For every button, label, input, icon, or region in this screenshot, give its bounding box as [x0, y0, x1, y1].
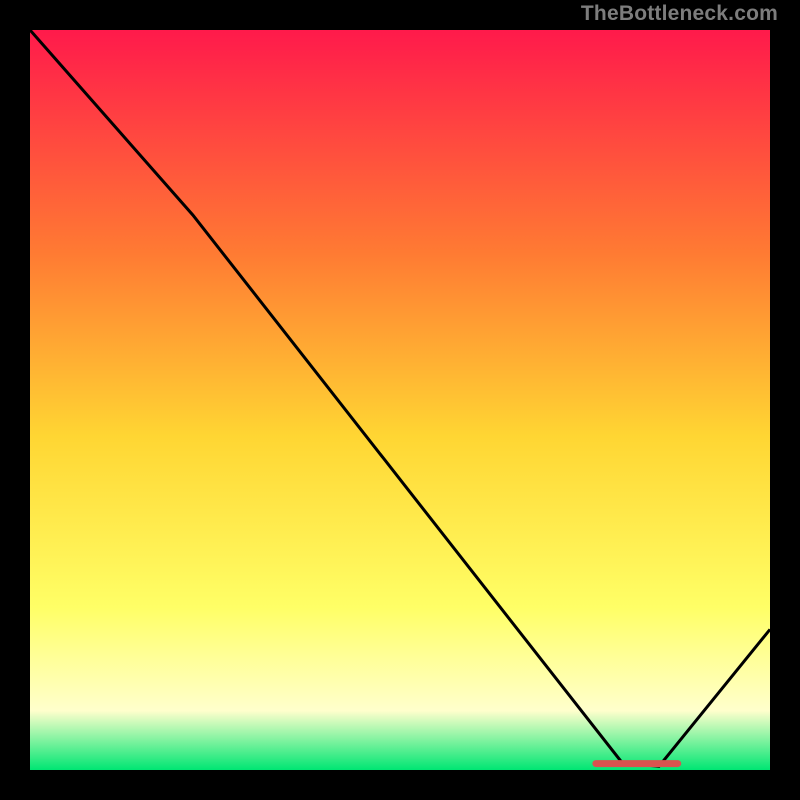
- gradient-background: [30, 30, 770, 770]
- plot-area: [30, 30, 770, 770]
- optimal-region-marker: [592, 760, 681, 767]
- chart-svg: [30, 30, 770, 770]
- attribution-text: TheBottleneck.com: [581, 2, 778, 26]
- chart-frame: TheBottleneck.com: [0, 0, 800, 800]
